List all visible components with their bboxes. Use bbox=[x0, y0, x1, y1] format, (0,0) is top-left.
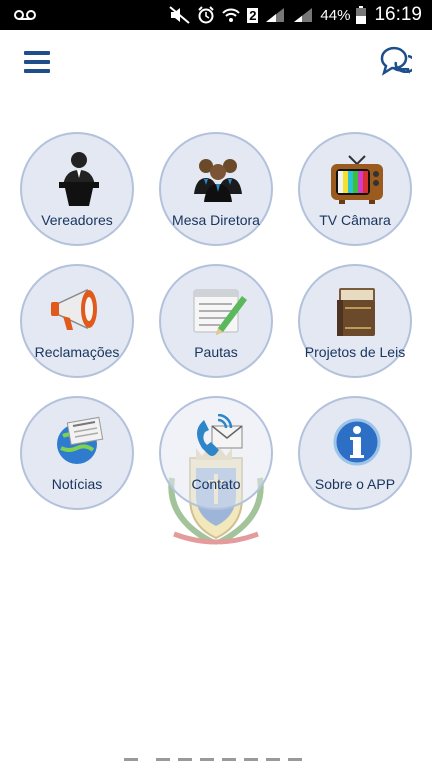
menu-tile-vereadores[interactable]: Vereadores bbox=[20, 132, 134, 246]
menu-label: Reclamações bbox=[34, 344, 120, 360]
menu-label: Contato bbox=[191, 476, 241, 492]
bottom-decoration bbox=[124, 758, 302, 762]
menu-tile-noticias[interactable]: Notícias bbox=[20, 396, 134, 510]
menu-tile-pautas[interactable]: Pautas bbox=[159, 264, 273, 378]
menu-label: Vereadores bbox=[41, 212, 113, 228]
phone-mail-icon bbox=[197, 414, 243, 456]
menu-tile-reclamacoes[interactable]: Reclamações bbox=[20, 264, 134, 378]
menu-label: TV Câmara bbox=[319, 212, 391, 228]
newspaper-globe-icon bbox=[57, 416, 104, 464]
notepad-pencil-icon bbox=[193, 289, 247, 335]
menu-label: Mesa Diretora bbox=[172, 212, 260, 228]
law-books-icon bbox=[337, 288, 375, 336]
megaphone-icon bbox=[51, 288, 97, 330]
info-icon bbox=[333, 418, 381, 466]
menu-grid: Vereadores Mesa Diretora TV Câmara Recla… bbox=[0, 0, 432, 768]
board-people-icon bbox=[194, 159, 242, 202]
menu-label: Notícias bbox=[51, 476, 103, 492]
menu-label: Sobre o APP bbox=[314, 476, 396, 492]
menu-label: Projetos de Leis bbox=[304, 344, 406, 360]
menu-label: Pautas bbox=[194, 344, 238, 360]
menu-tile-sobre-o-app[interactable]: Sobre o APP bbox=[298, 396, 412, 510]
menu-tile-tv-camara[interactable]: TV Câmara bbox=[298, 132, 412, 246]
menu-tile-projetos-de-leis[interactable]: Projetos de Leis bbox=[298, 264, 412, 378]
menu-tile-mesa-diretora[interactable]: Mesa Diretora bbox=[159, 132, 273, 246]
menu-tile-contato[interactable]: Contato bbox=[159, 396, 273, 510]
speaker-podium-icon bbox=[59, 152, 99, 206]
retro-tv-icon bbox=[331, 155, 383, 204]
